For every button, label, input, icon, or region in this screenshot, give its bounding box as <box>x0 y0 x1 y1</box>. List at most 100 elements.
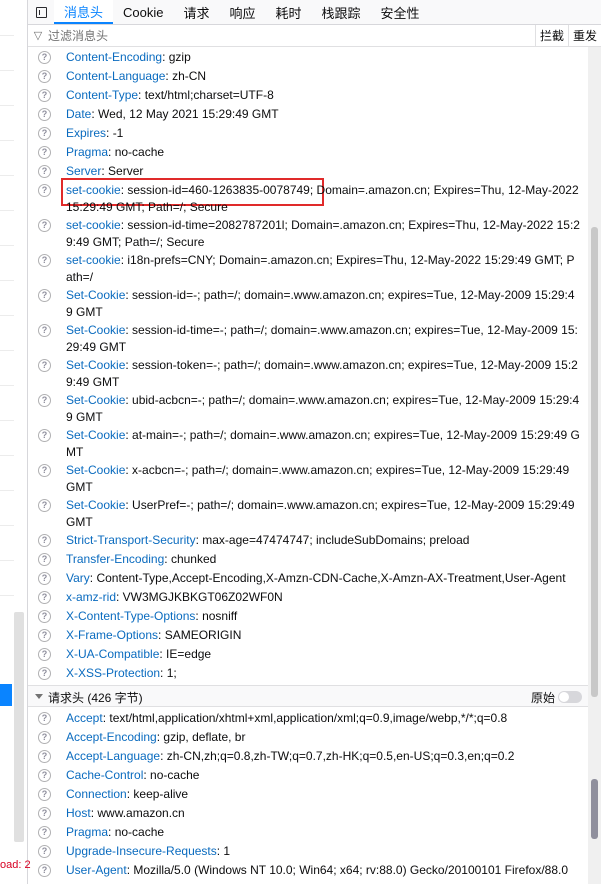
tab-timings[interactable]: 耗时 <box>266 0 312 24</box>
help-icon[interactable]: ? <box>38 610 51 623</box>
help-icon[interactable]: ? <box>38 70 51 83</box>
help-icon[interactable]: ? <box>38 807 51 820</box>
block-button[interactable]: 拦截 <box>534 25 568 46</box>
header-text: Transfer-Encoding: chunked <box>66 552 217 566</box>
raw-toggle[interactable] <box>558 691 582 703</box>
header-value: chunked <box>170 552 217 566</box>
list-row <box>0 525 14 526</box>
header-value: nosniff <box>202 609 238 623</box>
help-icon[interactable]: ? <box>38 534 51 547</box>
tab-headers[interactable]: 消息头 <box>54 0 114 24</box>
header-text: Strict-Transport-Security: max-age=47474… <box>66 533 470 547</box>
help-icon[interactable]: ? <box>38 165 51 178</box>
help-icon[interactable]: ? <box>38 591 51 604</box>
tab-stack-trace[interactable]: 栈跟踪 <box>312 0 371 24</box>
filter-headers-input[interactable]: 过滤消息头 <box>48 27 535 44</box>
help-icon[interactable]: ? <box>38 464 51 477</box>
header-name: Accept <box>66 711 103 725</box>
help-icon[interactable]: ? <box>38 394 51 407</box>
request-headers-section[interactable]: 请求头 (426 字节) 原始 <box>28 685 588 707</box>
header-text: X-Content-Type-Options: nosniff <box>66 609 238 623</box>
header-name: Content-Language <box>66 69 166 83</box>
header-value: UserPref=-; path=/; domain=.www.amazon.c… <box>66 498 575 529</box>
header-value: text/html,application/xhtml+xml,applicat… <box>109 711 508 725</box>
header-value: session-token=-; path=/; domain=.www.ama… <box>66 358 578 389</box>
tab-request[interactable]: 请求 <box>173 0 219 24</box>
help-icon[interactable]: ? <box>38 359 51 372</box>
header-text: Set-Cookie: at-main=-; path=/; domain=.w… <box>66 428 580 459</box>
help-icon[interactable]: ? <box>38 146 51 159</box>
help-icon[interactable]: ? <box>38 667 51 680</box>
header-name: Set-Cookie <box>66 323 126 337</box>
help-icon[interactable]: ? <box>38 629 51 642</box>
header-name: Host <box>66 806 91 820</box>
header-name: Upgrade-Insecure-Requests <box>66 844 217 858</box>
header-value: zh-CN,zh;q=0.8,zh-TW;q=0.7,zh-HK;q=0.5,e… <box>166 749 515 763</box>
list-scrollbar[interactable] <box>14 612 24 842</box>
help-icon[interactable]: ? <box>38 553 51 566</box>
header-name: Vary <box>66 571 90 585</box>
header-text: User-Agent: Mozilla/5.0 (Windows NT 10.0… <box>66 863 569 877</box>
header-value: max-age=47474747; includeSubDomains; pre… <box>202 533 470 547</box>
close-panel-button[interactable] <box>28 0 54 24</box>
scrollbar-thumb[interactable] <box>591 227 598 697</box>
header-text: set-cookie: session-id-time=2082787201l;… <box>66 218 580 249</box>
help-icon[interactable]: ? <box>38 750 51 763</box>
help-icon[interactable]: ? <box>38 731 51 744</box>
header-name: Set-Cookie <box>66 428 126 442</box>
header-value: keep-alive <box>133 787 189 801</box>
header-name: Server <box>66 164 102 178</box>
tab-security[interactable]: 安全性 <box>371 0 430 24</box>
header-text: Content-Encoding: gzip <box>66 50 191 64</box>
help-icon[interactable]: ? <box>38 108 51 121</box>
scrollbar-thumb-secondary[interactable] <box>591 779 598 839</box>
header-name: Accept-Language <box>66 749 161 763</box>
header-text: Set-Cookie: x-acbcn=-; path=/; domain=.w… <box>66 463 570 494</box>
header-name: X-Content-Type-Options <box>66 609 196 623</box>
help-icon[interactable]: ? <box>38 219 51 232</box>
help-icon[interactable]: ? <box>38 499 51 512</box>
list-row <box>0 350 14 351</box>
tab-response[interactable]: 响应 <box>220 0 266 24</box>
header-value: no-cache <box>150 768 200 782</box>
header-text: Accept: text/html,application/xhtml+xml,… <box>66 711 508 725</box>
header-value: i18n-prefs=CNY; Domain=.amazon.cn; Expir… <box>66 253 575 284</box>
header-name: x-amz-rid <box>66 590 116 604</box>
list-row <box>0 70 14 71</box>
help-icon[interactable]: ? <box>38 572 51 585</box>
help-icon[interactable]: ? <box>38 51 51 64</box>
header-name: Date <box>66 107 92 121</box>
collapse-arrow-icon[interactable] <box>35 694 43 699</box>
resend-button[interactable]: 重发 <box>567 25 601 46</box>
help-icon[interactable]: ? <box>38 769 51 782</box>
tab-cookies[interactable]: Cookie <box>113 0 173 24</box>
header-value: ubid-acbcn=-; path=/; domain=.www.amazon… <box>66 393 580 424</box>
help-icon[interactable]: ? <box>38 324 51 337</box>
help-icon[interactable]: ? <box>38 429 51 442</box>
header-value: 1; <box>166 666 177 680</box>
help-icon[interactable]: ? <box>38 254 51 267</box>
help-icon[interactable]: ? <box>38 845 51 858</box>
help-icon[interactable]: ? <box>38 89 51 102</box>
help-icon[interactable]: ? <box>38 864 51 877</box>
help-icon[interactable]: ? <box>38 289 51 302</box>
header-value: IE=edge <box>166 647 212 661</box>
help-icon[interactable]: ? <box>38 826 51 839</box>
vertical-scrollbar[interactable] <box>588 47 601 884</box>
request-list-strip[interactable]: oad: 2 <box>0 0 31 884</box>
help-icon[interactable]: ? <box>38 648 51 661</box>
header-text: Content-Language: zh-CN <box>66 69 207 83</box>
header-text: Cache-Control: no-cache <box>66 768 200 782</box>
help-icon[interactable]: ? <box>38 184 51 197</box>
header-text: x-amz-rid: VW3MGJKBKGT06Z02WF0N <box>66 590 283 604</box>
list-row <box>0 105 14 106</box>
header-name: User-Agent <box>66 863 127 877</box>
header-name: Pragma <box>66 825 109 839</box>
list-row <box>0 175 14 176</box>
help-icon[interactable]: ? <box>38 712 51 725</box>
help-icon[interactable]: ? <box>38 788 51 801</box>
selected-request-row[interactable] <box>0 684 12 706</box>
help-icon[interactable]: ? <box>38 127 51 140</box>
header-text: Accept-Language: zh-CN,zh;q=0.8,zh-TW;q=… <box>66 749 515 763</box>
list-row <box>0 455 14 456</box>
